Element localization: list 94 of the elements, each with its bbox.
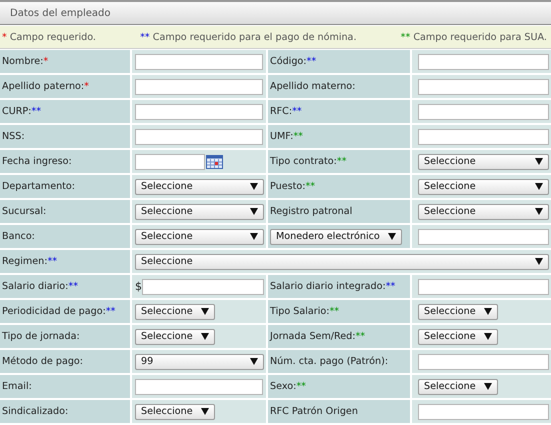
required-mark: ** [292, 106, 302, 117]
field-label: Puesto: [270, 181, 306, 192]
legend-item: ** Campo requerido para SUA. [400, 32, 547, 42]
legend-item: * Campo requerido. [2, 32, 96, 42]
field-label: Registro patronal [270, 206, 352, 217]
required-mark: ** [386, 281, 396, 292]
required-mark: * [43, 56, 48, 67]
input-field[interactable] [418, 78, 549, 94]
date-field[interactable] [135, 154, 205, 170]
field-label: Método de pago: [2, 356, 84, 367]
field-label: Salario diario: [2, 281, 68, 292]
dropdown[interactable]: Seleccione [418, 378, 498, 394]
legend-item: ** Campo requerido para el pago de nómina. [140, 32, 356, 42]
caret-icon [250, 183, 258, 190]
caret-icon [535, 183, 543, 190]
dropdown[interactable]: Seleccione [135, 178, 264, 194]
field-label: Apellido materno: [270, 81, 356, 92]
field-label: Sucursal: [2, 206, 46, 217]
field-label: Banco: [2, 231, 35, 242]
field-label: UMF: [270, 131, 294, 142]
field-label: Departamento: [2, 181, 76, 192]
input-field[interactable] [418, 278, 549, 294]
caret-icon [250, 233, 258, 240]
input-field[interactable] [135, 54, 263, 70]
required-mark: ** [355, 331, 366, 342]
dropdown[interactable]: Seleccione [418, 178, 549, 194]
dropdown[interactable]: Seleccione [418, 154, 549, 170]
field-label: Fecha ingreso: [2, 156, 72, 167]
calendar-icon[interactable] [206, 154, 223, 168]
currency-symbol: $ [135, 280, 142, 293]
required-mark: ** [329, 306, 340, 317]
input-field[interactable] [135, 78, 263, 94]
field-label: Email: [2, 381, 32, 392]
required-mark: ** [296, 381, 306, 392]
caret-icon [201, 308, 209, 315]
dropdown[interactable]: 99 [135, 354, 264, 370]
caret-icon [201, 408, 209, 415]
input-field[interactable] [418, 354, 549, 370]
field-label: CURP: [2, 106, 32, 117]
input-field[interactable] [418, 54, 549, 70]
input-field[interactable] [135, 128, 263, 144]
field-label: Tipo contrato: [270, 156, 337, 167]
dropdown[interactable]: Seleccione [135, 404, 215, 420]
field-label: Regimen: [2, 256, 48, 267]
required-mark: ** [305, 181, 316, 192]
input-field[interactable] [142, 278, 264, 294]
dropdown[interactable]: Seleccione [418, 328, 498, 344]
caret-icon [484, 308, 492, 315]
input-field[interactable] [418, 104, 549, 120]
field-label: Tipo de jornada: [2, 331, 80, 342]
field-label: NSS: [2, 131, 25, 142]
field-label: Código: [270, 56, 307, 67]
dropdown[interactable]: Seleccione [135, 254, 549, 270]
input-field[interactable] [418, 404, 549, 420]
field-label: RFC: [270, 106, 292, 117]
required-mark: ** [106, 306, 116, 317]
dropdown[interactable]: Seleccione [135, 328, 215, 344]
caret-icon [201, 333, 209, 340]
caret-icon [535, 258, 543, 265]
caret-icon [250, 208, 258, 215]
dropdown[interactable]: Seleccione [135, 228, 264, 244]
field-label: Salario diario integrado: [270, 281, 386, 292]
caret-icon [388, 233, 396, 240]
field-label: Apellido paterno: [2, 81, 84, 92]
input-field[interactable] [135, 104, 263, 120]
required-mark: ** [293, 131, 303, 142]
field-label: Jornada Sem/Red: [270, 331, 356, 342]
required-mark: ** [336, 156, 347, 167]
field-label: Periodicidad de pago: [2, 306, 106, 317]
caret-icon [484, 333, 492, 340]
input-field[interactable] [418, 128, 549, 144]
field-label: Tipo Salario: [270, 306, 330, 317]
dropdown[interactable]: Seleccione [135, 204, 264, 220]
caret-icon [535, 208, 543, 215]
required-mark: ** [306, 56, 316, 67]
field-label: Núm. cta. pago (Patrón): [270, 356, 388, 367]
field-label: Nombre: [2, 56, 44, 67]
field-label: Sexo: [270, 381, 296, 392]
required-mark: ** [68, 281, 78, 292]
required-mark: ** [31, 106, 41, 117]
caret-icon [535, 158, 543, 165]
field-label: RFC Patrón Origen [270, 406, 358, 417]
dropdown[interactable]: Seleccione [135, 304, 215, 320]
caret-icon [484, 383, 492, 390]
caret-icon [250, 358, 258, 365]
dropdown[interactable]: Seleccione [418, 304, 498, 320]
panel-title: Datos del empleado [10, 8, 110, 18]
dropdown[interactable]: Seleccione [418, 204, 549, 220]
required-mark: * [84, 81, 89, 92]
field-label: Sindicalizado: [2, 406, 68, 417]
input-field[interactable] [135, 378, 263, 394]
input-field[interactable] [418, 228, 549, 244]
required-mark: ** [47, 256, 58, 267]
dropdown[interactable]: Monedero electrónico [270, 228, 402, 244]
